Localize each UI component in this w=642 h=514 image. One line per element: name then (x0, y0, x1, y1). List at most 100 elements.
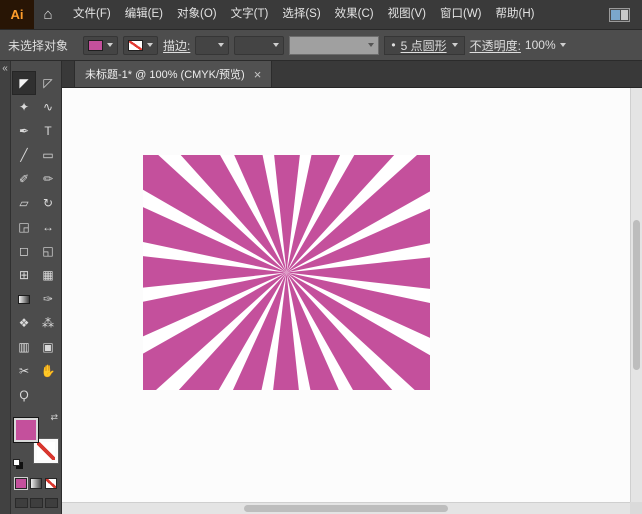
document-tab[interactable]: 未标题-1* @ 100% (CMYK/预览) × (74, 61, 272, 87)
slice-tool[interactable]: ✂ (12, 359, 36, 383)
menu-select[interactable]: 选择(S) (275, 0, 327, 29)
starburst-artwork[interactable] (143, 155, 430, 390)
selection-status: 未选择对象 (8, 37, 68, 54)
tool-glyph: ❖ (19, 317, 30, 329)
menu-view[interactable]: 视图(V) (381, 0, 433, 29)
vertical-scrollbar[interactable] (630, 88, 642, 502)
home-icon[interactable]: ⌂ (34, 0, 62, 29)
fill-stroke-cluster: ⇄ (13, 415, 59, 465)
width-tool[interactable]: ↔ (36, 215, 60, 239)
tool-glyph: ▥ (18, 341, 29, 353)
gradient-tool[interactable] (12, 287, 36, 311)
free-transform-tool[interactable]: ◻ (12, 239, 36, 263)
symbol-sprayer-tool[interactable]: ⁂ (36, 311, 60, 335)
document-tab-bar: 未标题-1* @ 100% (CMYK/预览) × (62, 61, 642, 88)
eyedropper-tool[interactable]: ✑ (36, 287, 60, 311)
menu-file[interactable]: 文件(F) (66, 0, 118, 29)
menu-type[interactable]: 文字(T) (224, 0, 276, 29)
scrollbar-corner (630, 502, 642, 514)
opacity-value[interactable]: 100% (525, 38, 556, 52)
chevron-down-icon (218, 43, 224, 47)
brush-definition-value: 5 点圆形 (401, 37, 447, 54)
column-graph-tool[interactable]: ▥ (12, 335, 36, 359)
menu-edit[interactable]: 编辑(E) (118, 0, 170, 29)
shape-builder-tool[interactable]: ◱ (36, 239, 60, 263)
pen-tool[interactable]: ✒ (12, 119, 36, 143)
tool-glyph: ✑ (43, 293, 53, 305)
collapse-panel-button[interactable]: « (0, 61, 10, 77)
tool-glyph: ✏ (43, 173, 53, 185)
tool-glyph: ◲ (18, 221, 29, 233)
rectangle-tool[interactable]: ▭ (36, 143, 60, 167)
variable-width-profile-dropdown[interactable] (234, 36, 284, 55)
blend-tool[interactable]: ❖ (12, 311, 36, 335)
magic-wand-tool[interactable]: ✦ (12, 95, 36, 119)
stroke-none-swatch (128, 40, 143, 51)
direct-selection-tool[interactable]: ◸ (36, 71, 60, 95)
paint-style-row (15, 478, 57, 489)
tool-glyph: ✦ (19, 101, 29, 113)
canvas[interactable] (62, 88, 630, 502)
chevron-down-icon (368, 43, 374, 47)
menu-object[interactable]: 对象(O) (170, 0, 224, 29)
chevron-down-icon (452, 43, 458, 47)
line-segment-tool[interactable]: ╱ (12, 143, 36, 167)
fill-swatch[interactable] (14, 418, 38, 442)
stroke-weight-dropdown[interactable] (195, 36, 229, 55)
brush-definition-dropdown[interactable]: • 5 点圆形 (384, 36, 464, 55)
stroke-label[interactable]: 描边: (163, 37, 190, 54)
none-button[interactable] (45, 478, 57, 489)
horizontal-scrollbar[interactable] (62, 502, 630, 514)
chevron-down-icon (147, 43, 153, 47)
tool-glyph: ▭ (42, 149, 53, 161)
scale-tool[interactable]: ◲ (12, 215, 36, 239)
paintbrush-tool[interactable]: ✐ (12, 167, 36, 191)
draw-behind-button[interactable] (30, 498, 43, 508)
opacity-label[interactable]: 不透明度: (470, 37, 521, 54)
eraser-tool[interactable]: ▱ (12, 191, 36, 215)
stroke-color-dropdown[interactable] (123, 36, 158, 55)
chevron-down-icon (107, 43, 113, 47)
tool-glyph: ↻ (43, 197, 53, 209)
swap-fill-stroke-icon[interactable]: ⇄ (50, 412, 58, 423)
tool-glyph: ◻ (19, 245, 29, 257)
menu-help[interactable]: 帮助(H) (489, 0, 542, 29)
app-logo: Ai (0, 0, 34, 29)
perspective-grid-tool[interactable]: ⊞ (12, 263, 36, 287)
default-fill-stroke-icon[interactable] (13, 459, 20, 466)
artboard-tool[interactable]: ▣ (36, 335, 60, 359)
dock-strip: « (0, 61, 11, 514)
opacity-control: 不透明度: 100% (470, 37, 566, 54)
menu-window[interactable]: 窗口(W) (433, 0, 489, 29)
type-tool[interactable]: T (36, 119, 60, 143)
color-button[interactable] (15, 478, 27, 489)
pencil-tool[interactable]: ✏ (36, 167, 60, 191)
horizontal-scrollbar-thumb[interactable] (244, 505, 448, 512)
tool-glyph: ⁂ (42, 317, 54, 329)
fill-color-dropdown[interactable] (83, 36, 118, 55)
close-icon[interactable]: × (254, 68, 262, 81)
fill-color-swatch (88, 40, 103, 51)
workspace-icon-left (611, 10, 620, 20)
tool-glyph: ✂ (19, 365, 29, 377)
tool-glyph: ✋ (41, 365, 56, 377)
draw-inside-button[interactable] (45, 498, 58, 508)
stroke-swatch[interactable] (34, 439, 58, 463)
tool-glyph: ⊞ (19, 269, 29, 281)
zoom-tool[interactable]: Ϙ (12, 383, 36, 407)
tool-glyph: ◸ (43, 77, 52, 89)
menu-bar: Ai ⌂ 文件(F)编辑(E)对象(O)文字(T)选择(S)效果(C)视图(V)… (0, 0, 642, 30)
vertical-scrollbar-thumb[interactable] (633, 220, 640, 369)
chevron-down-icon (273, 43, 279, 47)
chevron-down-icon (560, 43, 566, 47)
draw-normal-button[interactable] (15, 498, 28, 508)
rotate-tool[interactable]: ↻ (36, 191, 60, 215)
mesh-tool[interactable]: ▦ (36, 263, 60, 287)
selection-tool[interactable]: ◤ (12, 71, 36, 95)
drawing-mode-row (15, 498, 58, 508)
menu-effect[interactable]: 效果(C) (328, 0, 381, 29)
lasso-tool[interactable]: ∿ (36, 95, 60, 119)
gradient-button[interactable] (30, 478, 42, 489)
hand-tool[interactable]: ✋ (36, 359, 60, 383)
workspace-switcher-icon[interactable] (609, 8, 630, 22)
